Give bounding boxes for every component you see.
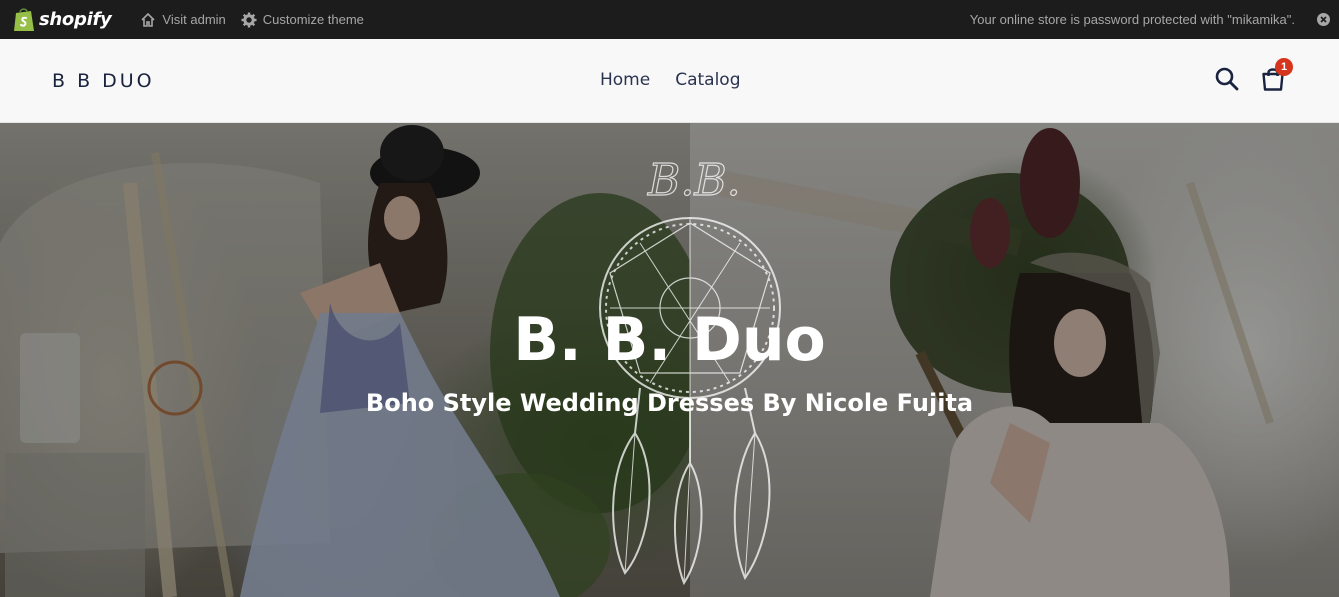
search-button[interactable]	[1214, 66, 1240, 92]
close-admin-bar-button[interactable]	[1317, 13, 1330, 26]
cart-button[interactable]: 1	[1260, 58, 1293, 92]
shopify-bag-icon	[14, 7, 34, 31]
hero-banner: B.B. B. B. Duo Boho Style Wedding Dresse…	[0, 123, 1339, 597]
visit-admin-label: Visit admin	[162, 12, 226, 27]
gear-icon	[241, 12, 257, 27]
customize-theme-link[interactable]: Customize theme	[241, 12, 364, 28]
customize-theme-label: Customize theme	[262, 12, 364, 27]
main-navigation: Home Catalog	[600, 70, 741, 90]
hero-title: B. B. Duo	[513, 305, 826, 375]
site-header: B B DUO Home Catalog 1	[0, 39, 1339, 123]
nav-item-home[interactable]: Home	[600, 70, 650, 90]
close-circle-icon	[1317, 13, 1330, 26]
nav-item-catalog[interactable]: Catalog	[675, 70, 740, 90]
shopify-admin-bar: shopify Visit admin Customize theme Your…	[0, 0, 1339, 39]
header-icons: 1	[1214, 58, 1293, 92]
hero-subtitle: Boho Style Wedding Dresses By Nicole Fuj…	[365, 389, 974, 417]
search-icon	[1215, 67, 1239, 91]
shopify-logo[interactable]: shopify	[13, 0, 112, 39]
password-protected-message: Your online store is password protected …	[969, 12, 1295, 27]
visit-admin-link[interactable]: Visit admin	[140, 12, 226, 28]
logo-mark-text: B.B.	[647, 155, 741, 206]
cart-count-badge: 1	[1275, 58, 1293, 76]
store-logo[interactable]: B B DUO	[52, 70, 155, 92]
shopify-wordmark: shopify	[39, 9, 112, 30]
home-icon	[141, 12, 155, 27]
